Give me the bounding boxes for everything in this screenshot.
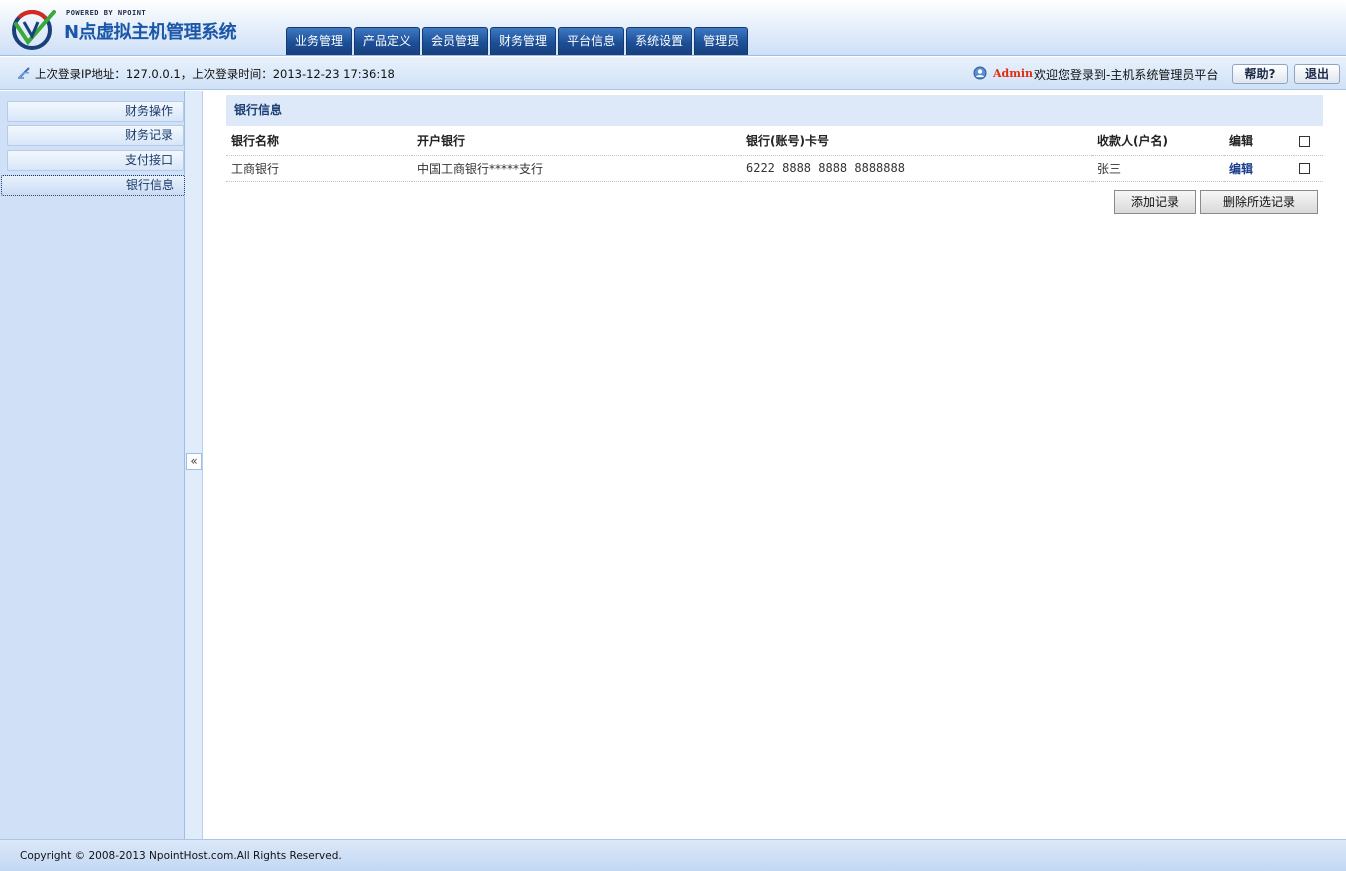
cell-branch: 中国工商银行*****支行	[412, 155, 741, 182]
logo-mark-icon	[12, 10, 56, 50]
column-header-payee: 收款人(户名)	[1092, 127, 1224, 156]
main-nav: 业务管理 产品定义 会员管理 财务管理 平台信息 系统设置 管理员	[286, 27, 749, 55]
sidebar-item-finance-ops[interactable]: 财务操作	[7, 101, 184, 122]
cell-edit: 编辑	[1224, 155, 1294, 182]
table-header-row: 银行名称 开户银行 银行(账号)卡号 收款人(户名) 编辑	[226, 127, 1323, 156]
header: POWERED BY NPOINT N点虚拟主机管理系统 N点虚拟主机管理系统 …	[0, 0, 1346, 56]
nav-tab-platform[interactable]: 平台信息	[558, 27, 625, 55]
column-header-branch: 开户银行	[412, 127, 741, 156]
nav-tab-settings[interactable]: 系统设置	[626, 27, 693, 55]
bank-table: 银行名称 开户银行 银行(账号)卡号 收款人(户名) 编辑 工商银行 中国工商银…	[226, 127, 1323, 182]
admin-username: Admin	[993, 67, 1034, 80]
sidebar-item-finance-records[interactable]: 财务记录	[7, 125, 184, 146]
info-bar: 上次登录IP地址：127.0.0.1，上次登录时间：2013-12-23 17:…	[0, 57, 1346, 90]
login-info-icon	[18, 67, 30, 79]
collapse-sidebar-icon[interactable]: «	[186, 453, 202, 470]
main-content: 银行信息 银行名称 开户银行 银行(账号)卡号 收款人(户名) 编辑 工商银行 …	[203, 91, 1346, 839]
footer: Copyright © 2008-2013 NpointHost.com.All…	[0, 839, 1346, 871]
cell-bank-name: 工商银行	[226, 155, 412, 182]
logo-title-reflection: N点虚拟主机管理系统	[64, 25, 237, 37]
nav-tab-products[interactable]: 产品定义	[354, 27, 421, 55]
cell-payee: 张三	[1092, 155, 1224, 182]
nav-tab-business[interactable]: 业务管理	[286, 27, 353, 55]
add-record-button[interactable]: 添加记录	[1114, 190, 1196, 214]
logout-button[interactable]: 退出	[1294, 64, 1340, 84]
help-button[interactable]: 帮助?	[1232, 64, 1288, 84]
column-header-bank-name: 银行名称	[226, 127, 412, 156]
nav-tab-members[interactable]: 会员管理	[422, 27, 489, 55]
column-header-card-number: 银行(账号)卡号	[741, 127, 1092, 156]
welcome-text: 欢迎您登录到-主机系统管理员平台	[1034, 68, 1219, 82]
row-checkbox[interactable]	[1299, 163, 1310, 174]
nav-tab-finance[interactable]: 财务管理	[490, 27, 557, 55]
edit-link[interactable]: 编辑	[1229, 162, 1253, 176]
sidebar: 财务操作 财务记录 支付接口 银行信息	[0, 91, 185, 839]
select-all-checkbox[interactable]	[1299, 135, 1310, 147]
table-row: 工商银行 中国工商银行*****支行 6222 8888 8888 888888…	[226, 155, 1323, 182]
cell-select	[1294, 155, 1323, 182]
sidebar-item-payment-interface[interactable]: 支付接口	[7, 150, 184, 171]
delete-selected-button[interactable]: 删除所选记录	[1200, 190, 1318, 214]
last-login-info: 上次登录IP地址：127.0.0.1，上次登录时间：2013-12-23 17:…	[35, 67, 395, 81]
cell-card-number: 6222 8888 8888 8888888	[741, 155, 1092, 182]
panel-title: 银行信息	[226, 95, 1323, 126]
select-all-cell	[1294, 127, 1323, 156]
copyright-text: Copyright © 2008-2013 NpointHost.com.All…	[20, 850, 342, 862]
sidebar-item-bank-info[interactable]: 银行信息	[1, 175, 185, 196]
user-icon	[973, 66, 987, 80]
column-header-edit: 编辑	[1224, 127, 1294, 156]
logo-powered-text: POWERED BY NPOINT	[66, 9, 147, 17]
logo: POWERED BY NPOINT N点虚拟主机管理系统 N点虚拟主机管理系统	[10, 6, 260, 52]
nav-tab-admin[interactable]: 管理员	[694, 27, 749, 55]
